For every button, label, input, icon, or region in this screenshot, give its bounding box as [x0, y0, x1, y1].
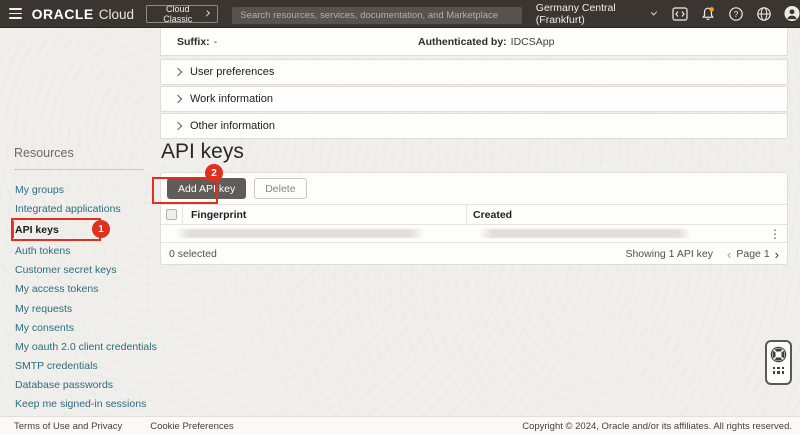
- page-previous-icon[interactable]: ‹: [727, 248, 731, 261]
- sidebar-item-database-passwords[interactable]: Database passwords: [0, 376, 160, 395]
- chevron-down-icon: [651, 9, 658, 16]
- sidebar-item-oauth-client-credentials[interactable]: My oauth 2.0 client credentials: [0, 337, 160, 356]
- sidebar-item-label[interactable]: API keys: [15, 224, 59, 236]
- sidebar-item-my-consents[interactable]: My consents: [0, 318, 160, 337]
- sidebar-item-label[interactable]: Auth tokens: [15, 245, 70, 257]
- sidebar-item-customer-secret-keys[interactable]: Customer secret keys: [0, 261, 160, 280]
- sidebar-item-label[interactable]: My groups: [15, 184, 64, 196]
- global-search: [232, 5, 521, 22]
- suffix-value: -: [214, 36, 218, 48]
- search-input[interactable]: [232, 7, 521, 24]
- developer-tools-icon[interactable]: [672, 6, 688, 22]
- main-content: Suffix: - Authenticated by: IDCSApp User…: [160, 28, 788, 417]
- accordion-other-information[interactable]: Other information: [160, 113, 788, 139]
- hamburger-menu-icon[interactable]: [9, 8, 22, 19]
- active-indicator-bar: [11, 221, 14, 238]
- terms-link[interactable]: Terms of Use and Privacy: [14, 421, 122, 432]
- sidebar-divider: [14, 169, 144, 170]
- select-all-cell: [161, 205, 183, 224]
- sidebar-nav: My groups Integrated applications API ke…: [0, 180, 160, 414]
- resources-sidebar: Resources My groups Integrated applicati…: [0, 28, 160, 416]
- brand-oracle: ORACLE: [32, 6, 94, 22]
- cloud-classic-label: Cloud Classic: [155, 4, 200, 24]
- sidebar-item-label[interactable]: Customer secret keys: [15, 264, 117, 276]
- sidebar-item-label[interactable]: My oauth 2.0 client credentials: [15, 341, 157, 353]
- language-globe-icon[interactable]: [756, 6, 772, 22]
- top-navigation-bar: ORACLE Cloud Cloud Classic Germany Centr…: [0, 0, 800, 28]
- region-selector[interactable]: Germany Central (Frankfurt): [536, 2, 656, 26]
- accordion-work-information[interactable]: Work information: [160, 86, 788, 112]
- cookie-preferences-link[interactable]: Cookie Preferences: [150, 421, 233, 432]
- profile-summary-card: Suffix: - Authenticated by: IDCSApp: [160, 28, 788, 56]
- redacted-fingerprint-value: [175, 229, 425, 238]
- apps-grid-icon: [773, 367, 784, 374]
- sidebar-item-auth-tokens[interactable]: Auth tokens: [0, 241, 160, 260]
- suffix-label: Suffix:: [177, 36, 210, 48]
- chevron-right-icon: [174, 95, 182, 103]
- page-indicator: Page 1: [736, 248, 769, 260]
- region-label: Germany Central (Frankfurt): [536, 2, 646, 26]
- sidebar-item-smtp-credentials[interactable]: SMTP credentials: [0, 357, 160, 376]
- table-row[interactable]: ⋮: [161, 225, 787, 243]
- cloud-classic-button[interactable]: Cloud Classic: [146, 5, 218, 23]
- add-api-key-button[interactable]: Add API key: [167, 178, 246, 199]
- page-next-icon[interactable]: ›: [775, 248, 779, 261]
- oracle-cloud-console: ORACLE Cloud Cloud Classic Germany Centr…: [0, 0, 800, 435]
- sidebar-item-label[interactable]: My requests: [15, 303, 72, 315]
- accordion-label: Work information: [190, 93, 273, 105]
- sidebar-item-label[interactable]: Keep me signed-in sessions: [15, 398, 146, 410]
- sidebar-item-label[interactable]: My consents: [15, 322, 74, 334]
- sidebar-item-label[interactable]: Database passwords: [15, 379, 113, 391]
- pagination: ‹ Page 1 ›: [727, 248, 779, 261]
- accordion-label: Other information: [190, 120, 275, 132]
- help-icon[interactable]: ?: [728, 6, 744, 22]
- sidebar-item-my-access-tokens[interactable]: My access tokens: [0, 280, 160, 299]
- copyright-text: Copyright © 2024, Oracle and/or its affi…: [522, 421, 792, 432]
- table-header-row: Fingerprint Created: [161, 205, 787, 225]
- topbar-icons: ?: [672, 6, 800, 22]
- sidebar-item-label[interactable]: SMTP credentials: [15, 360, 98, 372]
- brand-cloud: Cloud: [99, 7, 134, 22]
- chevron-right-icon: [204, 11, 210, 17]
- life-buoy-icon: [770, 346, 787, 363]
- redacted-created-value: [479, 229, 691, 238]
- sidebar-title: Resources: [14, 146, 74, 160]
- sidebar-item-keep-me-signed-in[interactable]: Keep me signed-in sessions: [0, 395, 160, 414]
- oracle-cloud-logo[interactable]: ORACLE Cloud: [32, 6, 134, 22]
- notifications-bell-icon[interactable]: [700, 6, 716, 22]
- showing-count: Showing 1 API key: [625, 248, 713, 260]
- fingerprint-column-header: Fingerprint: [183, 205, 467, 224]
- sidebar-item-api-keys[interactable]: API keys: [0, 218, 160, 241]
- chevron-right-icon: [174, 122, 182, 130]
- page-title: API keys: [161, 140, 244, 164]
- chevron-right-icon: [174, 68, 182, 76]
- sidebar-item-my-requests[interactable]: My requests: [0, 299, 160, 318]
- sidebar-item-label[interactable]: My access tokens: [15, 283, 98, 295]
- created-column-header: Created: [467, 209, 787, 221]
- sidebar-item-my-groups[interactable]: My groups: [0, 180, 160, 199]
- authenticated-by-value: IDCSApp: [511, 36, 555, 48]
- accordion-label: User preferences: [190, 66, 274, 78]
- api-keys-table-card: Add API key Delete Fingerprint Created ⋮…: [160, 172, 788, 265]
- accordion-user-preferences[interactable]: User preferences: [160, 59, 788, 85]
- row-actions-kebab-icon[interactable]: ⋮: [769, 226, 781, 242]
- sidebar-item-label[interactable]: Integrated applications: [15, 203, 121, 215]
- user-avatar[interactable]: [784, 6, 800, 22]
- table-footer: 0 selected Showing 1 API key ‹ Page 1 ›: [161, 243, 787, 265]
- authenticated-by-label: Authenticated by:: [418, 36, 507, 48]
- selected-count: 0 selected: [169, 248, 217, 260]
- select-all-checkbox[interactable]: [166, 209, 177, 220]
- table-toolbar: Add API key Delete: [161, 173, 787, 205]
- svg-text:?: ?: [734, 9, 739, 19]
- help-launcher-widget[interactable]: [765, 340, 792, 385]
- delete-button[interactable]: Delete: [254, 178, 306, 199]
- page-footer: Terms of Use and Privacy Cookie Preferen…: [0, 416, 800, 435]
- sidebar-item-integrated-applications[interactable]: Integrated applications: [0, 199, 160, 218]
